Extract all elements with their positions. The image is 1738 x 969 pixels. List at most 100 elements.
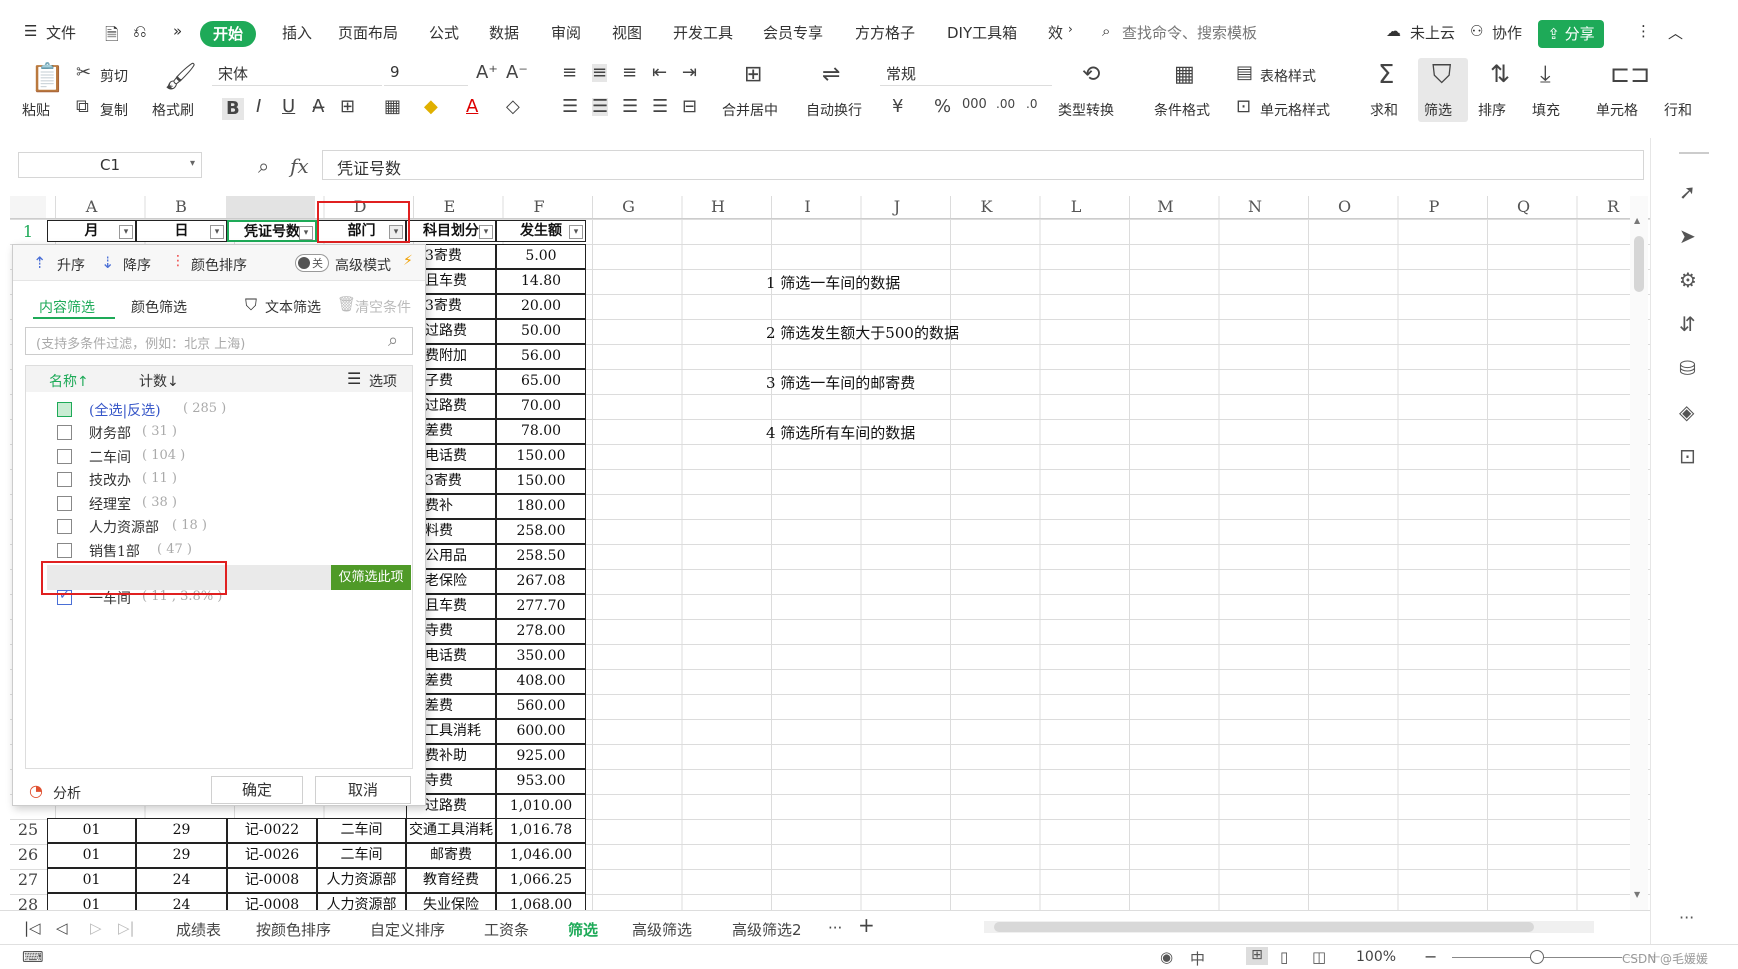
cell-amount[interactable]: 150.00	[496, 444, 586, 469]
sort-asc-icon[interactable]: ⇡	[33, 253, 46, 272]
color-sort-button[interactable]: 颜色排序	[191, 255, 247, 275]
cell-amount[interactable]: 350.00	[496, 644, 586, 669]
tab-formulas[interactable]: 公式	[429, 22, 459, 43]
column-header-l[interactable]: L	[1032, 196, 1121, 218]
row-header[interactable]: 25	[10, 820, 46, 839]
decrease-decimal-icon[interactable]: .0	[1026, 98, 1037, 110]
type-convert-button[interactable]: 类型转换	[1058, 100, 1114, 120]
tab-view[interactable]: 视图	[612, 22, 642, 43]
select-all-label[interactable]: (全选|反选)	[89, 400, 161, 420]
cut-icon[interactable]: ✂	[76, 64, 91, 82]
zoom-out-icon[interactable]: −	[1424, 947, 1437, 966]
increase-font-icon[interactable]: A⁺	[476, 64, 498, 82]
book-icon[interactable]: ⊡	[1679, 444, 1696, 468]
undo-icon[interactable]: ⎌	[133, 22, 147, 42]
sum-button[interactable]: 求和	[1370, 100, 1398, 120]
more-options-icon[interactable]: ⋮	[1636, 22, 1651, 40]
filter-dropdown-icon[interactable]: ▾	[210, 225, 224, 239]
collab-button[interactable]: 协作	[1492, 22, 1522, 43]
align-left-icon[interactable]: ☰	[562, 98, 578, 116]
filter-item-label[interactable]: 销售1部	[89, 541, 140, 561]
filter-item-checkbox[interactable]	[57, 519, 72, 534]
filter-icon[interactable]: ⛉	[1432, 62, 1452, 88]
filter-item-checkbox[interactable]	[57, 425, 72, 440]
column-header-g[interactable]: G	[584, 196, 673, 218]
increase-decimal-icon[interactable]: .00	[996, 98, 1015, 110]
column-header-i[interactable]: I	[763, 196, 852, 218]
sheet-tab[interactable]: 成绩表	[176, 919, 221, 940]
page-view-icon[interactable]: ▯	[1280, 948, 1288, 966]
font-color-icon[interactable]: A	[466, 98, 478, 116]
hamburger-icon[interactable]: ☰	[24, 22, 37, 40]
cell-amount[interactable]: 1,016.78	[496, 818, 586, 843]
cell-day[interactable]: 29	[136, 843, 227, 868]
thousands-icon[interactable]: 000	[962, 98, 987, 111]
horizontal-scrollbar[interactable]	[984, 921, 1594, 933]
indent-decrease-icon[interactable]: ⇤	[652, 64, 667, 82]
filter-item-label[interactable]: 经理室	[89, 494, 131, 514]
scroll-thumb[interactable]	[1634, 236, 1644, 292]
column-header-j[interactable]: J	[853, 196, 942, 218]
column-header-e[interactable]: E	[405, 196, 494, 218]
cut-button[interactable]: 剪切	[100, 66, 128, 86]
zoom-icon[interactable]: ⌕	[258, 154, 269, 178]
align-right-icon[interactable]: ☰	[622, 98, 638, 116]
strikethrough-icon[interactable]: A̶	[312, 98, 324, 116]
cell-amount[interactable]: 600.00	[496, 719, 586, 744]
note-2[interactable]: 2 筛选发生额大于500的数据	[766, 322, 959, 343]
filter-dropdown-icon[interactable]: ▾	[569, 225, 583, 239]
column-header-m[interactable]: M	[1121, 196, 1210, 218]
cell-day[interactable]: 29	[136, 818, 227, 843]
scroll-up-icon[interactable]: ▲	[1634, 216, 1640, 225]
column-header-h[interactable]: H	[674, 196, 763, 218]
cell-month[interactable]: 01	[47, 818, 136, 843]
name-box[interactable]: C1	[18, 152, 202, 178]
tab-member[interactable]: 会员专享	[763, 22, 823, 43]
paste-button[interactable]: 粘贴	[22, 100, 50, 120]
column-header-a[interactable]: A	[47, 196, 136, 218]
distribute-icon[interactable]: ⊟	[682, 98, 697, 116]
cell-voucher[interactable]: 记-0022	[227, 818, 317, 843]
eye-protect-icon[interactable]: ◉	[1160, 948, 1173, 966]
filter-item-label[interactable]: 技改办	[89, 470, 131, 490]
wrap-icon[interactable]: ⇌	[822, 64, 840, 86]
filter-item-label[interactable]: 二车间	[89, 447, 131, 467]
cell-month[interactable]: 01	[47, 843, 136, 868]
cell-day[interactable]: 24	[136, 868, 227, 893]
bold-icon[interactable]: B	[222, 98, 244, 120]
filter-item-checkbox[interactable]	[57, 542, 72, 558]
chevron-down-icon[interactable]: ▾	[190, 158, 195, 169]
cell-subject[interactable]: 邮寄费	[406, 843, 496, 868]
fill-icon[interactable]: ⤓	[1540, 62, 1551, 86]
search-icon[interactable]: ⌕	[388, 330, 398, 351]
first-sheet-icon[interactable]: |◁	[24, 919, 41, 937]
tab-developer[interactable]: 开发工具	[673, 22, 733, 43]
cell-month[interactable]: 01	[47, 868, 136, 893]
row-header[interactable]: 27	[10, 870, 46, 889]
file-menu[interactable]: 文件	[46, 22, 76, 43]
header-cell-day[interactable]: 日 ▾	[136, 220, 227, 242]
text-filter-button[interactable]: 文本筛选	[265, 297, 321, 317]
select-all-checkbox[interactable]	[57, 402, 72, 417]
note-3[interactable]: 3 筛选一车间的邮寄费	[766, 372, 915, 393]
column-header-p[interactable]: P	[1390, 196, 1479, 218]
command-search[interactable]: 查找命令、搜索模板	[1122, 22, 1257, 43]
align-middle-icon[interactable]: ≡	[592, 64, 608, 82]
options-button[interactable]: 选项	[369, 371, 397, 391]
column-header-n[interactable]: N	[1211, 196, 1300, 218]
sort-desc-icon[interactable]: ⇣	[101, 253, 114, 272]
sort-by-count[interactable]: 计数↓	[139, 371, 179, 391]
cell-amount[interactable]: 925.00	[496, 744, 586, 769]
header-cell-month[interactable]: 月 ▾	[47, 220, 136, 242]
only-this-button[interactable]: 仅筛选此项	[331, 565, 411, 590]
cell-subject[interactable]: 交通工具消耗	[406, 818, 496, 843]
currency-icon[interactable]: ¥	[892, 98, 903, 116]
merge-icon[interactable]: ⊞	[744, 64, 762, 86]
tab-effect[interactable]: 效	[1048, 22, 1063, 43]
next-sheet-icon[interactable]: ▷	[90, 919, 102, 937]
cell-amount[interactable]: 14.80	[496, 269, 586, 294]
collapse-ribbon-icon[interactable]: ︿	[1668, 22, 1683, 43]
filter-item-checkbox[interactable]	[57, 495, 72, 511]
table-style-icon[interactable]: ▤	[1236, 64, 1253, 82]
format-painter-icon[interactable]: 🖌	[164, 64, 197, 90]
